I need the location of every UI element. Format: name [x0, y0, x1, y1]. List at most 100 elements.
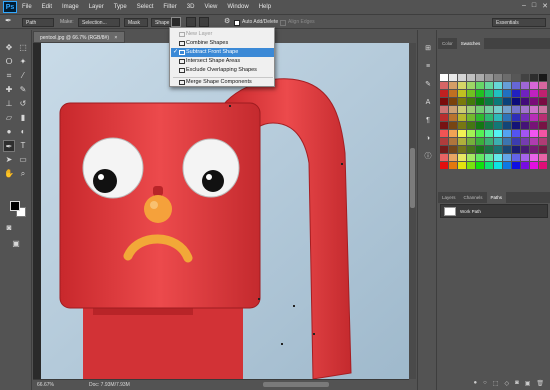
tab-layers[interactable]: Layers	[438, 192, 460, 203]
swatch[interactable]	[503, 82, 511, 89]
magic-wand-tool-icon[interactable]: ✦	[17, 56, 29, 68]
tab-channels[interactable]: Channels	[460, 192, 487, 203]
swatch[interactable]	[476, 114, 484, 121]
swatch[interactable]	[521, 138, 529, 145]
swatch[interactable]	[458, 90, 466, 97]
swatch[interactable]	[494, 106, 502, 113]
path-arrangement-button[interactable]	[199, 17, 209, 27]
swatch[interactable]	[503, 162, 511, 169]
swatch[interactable]	[485, 138, 493, 145]
swatch[interactable]	[449, 98, 457, 105]
swatch[interactable]	[512, 138, 520, 145]
swatch[interactable]	[494, 82, 502, 89]
swatch[interactable]	[539, 138, 547, 145]
swatch[interactable]	[440, 162, 448, 169]
swatch[interactable]	[512, 90, 520, 97]
swatch[interactable]	[503, 74, 511, 81]
eyedropper-tool-icon[interactable]: ⁄	[17, 70, 29, 82]
make-selection-button[interactable]: Selection...	[78, 18, 120, 27]
swatch[interactable]	[530, 90, 538, 97]
swatch[interactable]	[512, 106, 520, 113]
swatch[interactable]	[530, 154, 538, 161]
zoom-tool-icon[interactable]: ⌕	[17, 168, 29, 180]
swatch[interactable]	[467, 106, 475, 113]
swatch[interactable]	[539, 146, 547, 153]
swatch[interactable]	[440, 74, 448, 81]
healing-tool-icon[interactable]: ✚	[3, 84, 15, 96]
paragraph-panel-icon[interactable]: ¶	[423, 116, 433, 126]
swatch[interactable]	[530, 130, 538, 137]
stroke-path-icon[interactable]: ○	[483, 380, 487, 386]
swatch[interactable]	[476, 82, 484, 89]
swatch[interactable]	[512, 162, 520, 169]
swatch[interactable]	[476, 106, 484, 113]
swatch[interactable]	[476, 122, 484, 129]
eraser-tool-icon[interactable]: ▱	[3, 112, 15, 124]
make-mask-button[interactable]: Mask	[124, 18, 148, 27]
swatch[interactable]	[503, 106, 511, 113]
swatch[interactable]	[458, 114, 466, 121]
swatch[interactable]	[521, 82, 529, 89]
swatch[interactable]	[440, 154, 448, 161]
close-button[interactable]: ✕	[542, 2, 548, 10]
new-path-icon[interactable]: ▣	[525, 380, 531, 387]
swatch[interactable]	[521, 162, 529, 169]
gradient-tool-icon[interactable]: ▮	[17, 112, 29, 124]
stamp-tool-icon[interactable]: ⊥	[3, 98, 15, 110]
swatch[interactable]	[539, 106, 547, 113]
swatch[interactable]	[485, 130, 493, 137]
add-mask-icon[interactable]: ◙	[515, 380, 519, 386]
swatch[interactable]	[476, 146, 484, 153]
swatch[interactable]	[494, 90, 502, 97]
history-brush-tool-icon[interactable]: ↺	[17, 98, 29, 110]
swatch[interactable]	[494, 74, 502, 81]
swatch[interactable]	[539, 74, 547, 81]
swatch[interactable]	[458, 162, 466, 169]
swatch[interactable]	[539, 114, 547, 121]
swatch[interactable]	[467, 98, 475, 105]
swatch[interactable]	[458, 106, 466, 113]
hand-tool-icon[interactable]: ✋	[3, 168, 15, 180]
swatch[interactable]	[440, 130, 448, 137]
make-work-path-icon[interactable]: ◇	[504, 380, 509, 387]
swatch[interactable]	[458, 98, 466, 105]
auto-add-delete-checkbox[interactable]	[234, 20, 240, 26]
swatch[interactable]	[521, 122, 529, 129]
swatch[interactable]	[485, 90, 493, 97]
menu-image[interactable]: Image	[57, 0, 84, 14]
screen-mode-icon[interactable]: ▣	[10, 238, 22, 250]
swatch[interactable]	[458, 82, 466, 89]
crop-tool-icon[interactable]: ⌗	[3, 70, 15, 82]
gear-icon[interactable]: ⚙	[224, 17, 230, 26]
swatch[interactable]	[521, 106, 529, 113]
swatch[interactable]	[530, 122, 538, 129]
swatch[interactable]	[458, 146, 466, 153]
swatch[interactable]	[467, 122, 475, 129]
swatch[interactable]	[485, 146, 493, 153]
swatch[interactable]	[530, 98, 538, 105]
history-panel-icon[interactable]: ⊞	[423, 44, 433, 54]
swatch[interactable]	[539, 122, 547, 129]
swatch[interactable]	[485, 122, 493, 129]
swatch[interactable]	[476, 162, 484, 169]
swatch[interactable]	[440, 90, 448, 97]
swatch[interactable]	[503, 138, 511, 145]
menu-item-subtract-front-shape[interactable]: ✓ Subtract Front Shape	[171, 48, 274, 57]
dodge-tool-icon[interactable]: ◐	[17, 126, 29, 138]
swatch[interactable]	[449, 122, 457, 129]
brush-panel-icon[interactable]: ✎	[423, 80, 433, 90]
path-row-work-path[interactable]: Work Path	[440, 204, 548, 218]
swatch[interactable]	[476, 98, 484, 105]
swatch[interactable]	[494, 146, 502, 153]
path-alignment-button[interactable]	[186, 17, 196, 27]
swatch[interactable]	[485, 106, 493, 113]
horizontal-scrollbar-thumb[interactable]	[263, 382, 329, 387]
swatch[interactable]	[521, 130, 529, 137]
properties-panel-icon[interactable]: ≡	[423, 62, 433, 72]
swatch[interactable]	[458, 130, 466, 137]
swatch[interactable]	[485, 162, 493, 169]
menu-select[interactable]: Select	[132, 0, 159, 14]
swatch[interactable]	[449, 106, 457, 113]
document-tab[interactable]: pentool.jpg @ 66.7% (RGB/8#) ×	[33, 31, 125, 43]
swatch[interactable]	[503, 114, 511, 121]
